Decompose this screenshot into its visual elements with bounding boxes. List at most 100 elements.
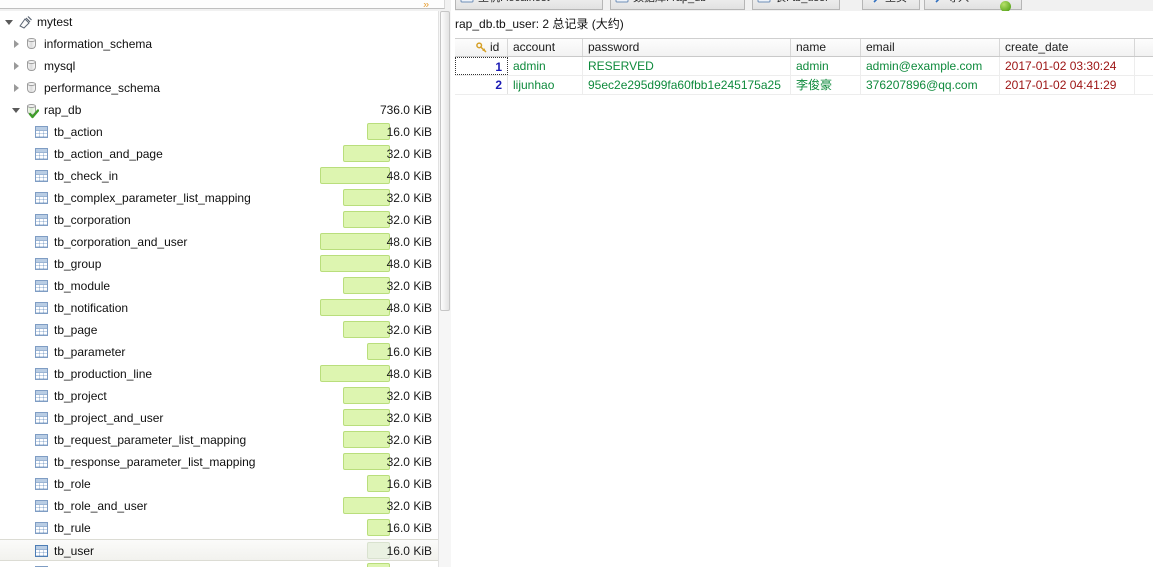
- tree-item-table-14[interactable]: tb_request_parameter_list_mapping 32.0 Ki…: [0, 429, 438, 451]
- grid-cell-id[interactable]: 2: [455, 76, 508, 94]
- grid-cell-name[interactable]: admin: [791, 57, 861, 75]
- home-icon: [867, 0, 881, 4]
- tree-item-label: mytest: [37, 15, 73, 29]
- collapse-arrow-icon[interactable]: [12, 106, 21, 115]
- grid-cell-create_date[interactable]: 2017-01-02 04:41:29: [1000, 76, 1135, 94]
- tree-item-table-2[interactable]: tb_check_in 48.0 KiB: [0, 165, 438, 187]
- size-cell: 32.0 KiB: [304, 451, 432, 473]
- tree-item-table-12[interactable]: tb_project 32.0 KiB: [0, 385, 438, 407]
- size-label: 48.0 KiB: [386, 169, 432, 183]
- grid-cell-id[interactable]: 1: [455, 57, 508, 75]
- tree-item-table-16[interactable]: tb_role 16.0 KiB: [0, 473, 438, 495]
- size-cell: 32.0 KiB: [304, 495, 432, 517]
- size-cell: 32.0 KiB: [304, 407, 432, 429]
- tree-item-table-0[interactable]: tb_action 16.0 KiB: [0, 121, 438, 143]
- tree-item-table-6[interactable]: tb_group 48.0 KiB: [0, 253, 438, 275]
- tree-item-table-15[interactable]: tb_response_parameter_list_mapping 32.0 K…: [0, 451, 438, 473]
- tree-item-table-13[interactable]: tb_project_and_user 32.0 KiB: [0, 407, 438, 429]
- orange-chevrons-icon[interactable]: »: [423, 3, 437, 11]
- host-icon: [460, 0, 474, 4]
- tree-item-table-7[interactable]: tb_module 32.0 KiB: [0, 275, 438, 297]
- grid-column-header-password[interactable]: password: [583, 39, 791, 56]
- size-label: 48.0 KiB: [386, 235, 432, 249]
- tree-item-schema-0[interactable]: information_schema: [0, 33, 438, 55]
- tree-vertical-scrollbar[interactable]: [438, 11, 452, 567]
- size-cell: 16.0 KiB: [304, 121, 432, 143]
- tree-item-table-4[interactable]: tb_corporation 32.0 KiB: [0, 209, 438, 231]
- grid-cell-account[interactable]: lijunhao: [508, 76, 583, 94]
- size-label: 32.0 KiB: [386, 213, 432, 227]
- grid-rows[interactable]: 1 admin RESERVED admin admin@example.com 2017…: [455, 57, 1153, 95]
- tree-item-table-10[interactable]: tb_parameter 16.0 KiB: [0, 341, 438, 363]
- tree-item-table-5[interactable]: tb_corporation_and_user 48.0 KiB: [0, 231, 438, 253]
- grid-cell-account[interactable]: admin: [508, 57, 583, 75]
- tree-item-table-8[interactable]: tb_notification 48.0 KiB: [0, 297, 438, 319]
- toolbar-tab-label: 数据库: rap_db: [633, 0, 706, 5]
- table-row[interactable]: 1 admin RESERVED admin admin@example.com 2017…: [455, 57, 1153, 76]
- grid-cell-name[interactable]: 李俊豪: [791, 76, 861, 94]
- tree-item-label: tb_group: [54, 257, 102, 271]
- tree-item-root[interactable]: mytest: [0, 11, 438, 33]
- grid-title: rap_db.tb_user: 2 总记录 (大约): [455, 17, 624, 31]
- grid-cell-password[interactable]: RESERVED: [583, 57, 791, 75]
- tree-item-table-17[interactable]: tb_role_and_user 32.0 KiB: [0, 495, 438, 517]
- expand-arrow-icon[interactable]: [12, 84, 21, 93]
- expand-arrow-icon[interactable]: [12, 40, 21, 49]
- grid-column-header-email[interactable]: email: [861, 39, 1000, 56]
- database-tree-pane[interactable]: mytest information_schema mysql performance…: [0, 11, 438, 567]
- database-icon: [25, 38, 38, 51]
- size-cell: 32.0 KiB: [304, 209, 432, 231]
- table-icon: [35, 500, 48, 512]
- size-label: 48.0 KiB: [386, 301, 432, 315]
- table-icon: [35, 478, 48, 490]
- tree-item-table-1[interactable]: tb_action_and_page 32.0 KiB: [0, 143, 438, 165]
- tree-item-label: tb_request_parameter_list_mapping: [54, 433, 247, 447]
- scrollbar-thumb[interactable]: [440, 11, 450, 311]
- tree-item-label: tb_parameter: [54, 345, 126, 359]
- size-label: 16.0 KiB: [386, 544, 432, 558]
- size-label: 736.0 KiB: [379, 103, 432, 117]
- tree-item-label: performance_schema: [44, 81, 161, 95]
- tree-pane-toolbar: »: [0, 0, 445, 11]
- collapse-arrow-icon[interactable]: [5, 18, 14, 27]
- grid-cell-password[interactable]: 95ec2e295d99fa60fbb1e245175a25: [583, 76, 791, 94]
- tree-item-table-19[interactable]: tb_user 16.0 KiB: [0, 539, 438, 561]
- table-icon: [757, 0, 771, 4]
- tree-item-table-3[interactable]: tb_complex_parameter_list_mapping 32.0 Ki…: [0, 187, 438, 209]
- tree-item-label: tb_corporation_and_user: [54, 235, 188, 249]
- tree-item-schema-3[interactable]: rap_db 736.0 KiB: [0, 99, 438, 121]
- grid-cell-email[interactable]: admin@example.com: [861, 57, 1000, 75]
- grid-cell-create_date[interactable]: 2017-01-02 03:30:24: [1000, 57, 1135, 75]
- connection-icon: [18, 15, 33, 30]
- grid-column-header-account[interactable]: account: [508, 39, 583, 56]
- size-label: 32.0 KiB: [386, 499, 432, 513]
- size-cell: 16.0 KiB: [304, 540, 432, 562]
- table-icon: [35, 258, 48, 270]
- tree-item-label: tb_response_parameter_list_mapping: [54, 455, 256, 469]
- toolbar-button-0[interactable]: 主页: [862, 0, 920, 10]
- tree-item-schema-2[interactable]: performance_schema: [0, 77, 438, 99]
- grid-column-header-name[interactable]: name: [791, 39, 861, 56]
- check-icon: [29, 109, 39, 119]
- size-label: 32.0 KiB: [386, 279, 432, 293]
- tree-item-table-9[interactable]: tb_page 32.0 KiB: [0, 319, 438, 341]
- size-cell: 32.0 KiB: [304, 319, 432, 341]
- table-row[interactable]: 2 lijunhao 95ec2e295d99fa60fbb1e245175a25 李…: [455, 76, 1153, 95]
- toolbar-tab-2[interactable]: 表: tb_user: [752, 0, 840, 10]
- toolbar-tab-1[interactable]: 数据库: rap_db: [610, 0, 745, 10]
- grid-column-header-id[interactable]: id: [455, 39, 508, 56]
- tree-item-table-18[interactable]: tb_rule 16.0 KiB: [0, 517, 438, 539]
- table-icon: [35, 192, 48, 204]
- tree-item-table-11[interactable]: tb_production_line 48.0 KiB: [0, 363, 438, 385]
- tree-item-table-20[interactable]: tb_user_settings16.0 KiB: [0, 561, 438, 567]
- size-cell: 32.0 KiB: [304, 385, 432, 407]
- tree-item-label: tb_action_and_page: [54, 147, 163, 161]
- data-grid[interactable]: id account password name email create_date 1a…: [455, 38, 1153, 568]
- tree-item-label: tb_module: [54, 279, 111, 293]
- toolbar-tab-0[interactable]: 主机: localhost: [455, 0, 603, 10]
- expand-arrow-icon[interactable]: [12, 62, 21, 71]
- tree-item-schema-1[interactable]: mysql: [0, 55, 438, 77]
- primary-key-icon: [476, 42, 487, 53]
- grid-cell-email[interactable]: 376207896@qq.com: [861, 76, 1000, 94]
- grid-column-header-create_date[interactable]: create_date: [1000, 39, 1135, 56]
